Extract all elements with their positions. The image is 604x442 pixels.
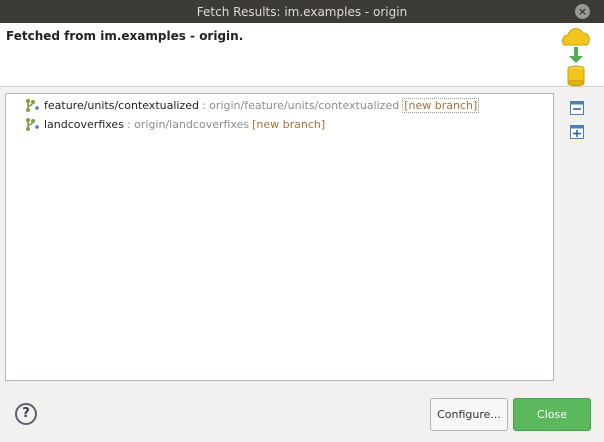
close-icon: × [577,5,588,18]
fetch-results-tree[interactable]: feature/units/contextualized : origin/fe… [5,93,554,381]
configure-button[interactable]: Configure... [430,398,508,431]
result-row[interactable]: landcoverfixes : origin/landcoverfixes [… [24,115,325,133]
title-bar: Fetch Results: im.examples - origin × [0,0,604,23]
remote-ref: : origin/landcoverfixes [126,117,250,131]
page-title: Fetched from im.examples - origin. [6,29,244,43]
branch-ref-icon [26,99,39,112]
close-button[interactable]: Close [513,398,591,431]
remote-ref: : origin/feature/units/contextualized [201,98,400,112]
window-close-button[interactable]: × [575,4,590,19]
branch-name: landcoverfixes [44,117,124,131]
fetch-from-cloud-icon [561,28,590,87]
expand-all-icon[interactable] [570,125,584,139]
status-badge: [new branch] [252,117,326,131]
help-button[interactable]: ? [15,403,37,425]
branch-ref-icon [26,118,39,131]
result-row[interactable]: feature/units/contextualized : origin/fe… [24,96,480,114]
dialog-header: Fetched from im.examples - origin. [0,23,604,87]
status-badge: [new branch] [402,97,480,113]
window-title: Fetch Results: im.examples - origin [196,4,408,19]
help-icon: ? [22,406,30,421]
branch-name: feature/units/contextualized [44,98,199,112]
collapse-all-icon[interactable] [570,101,584,115]
